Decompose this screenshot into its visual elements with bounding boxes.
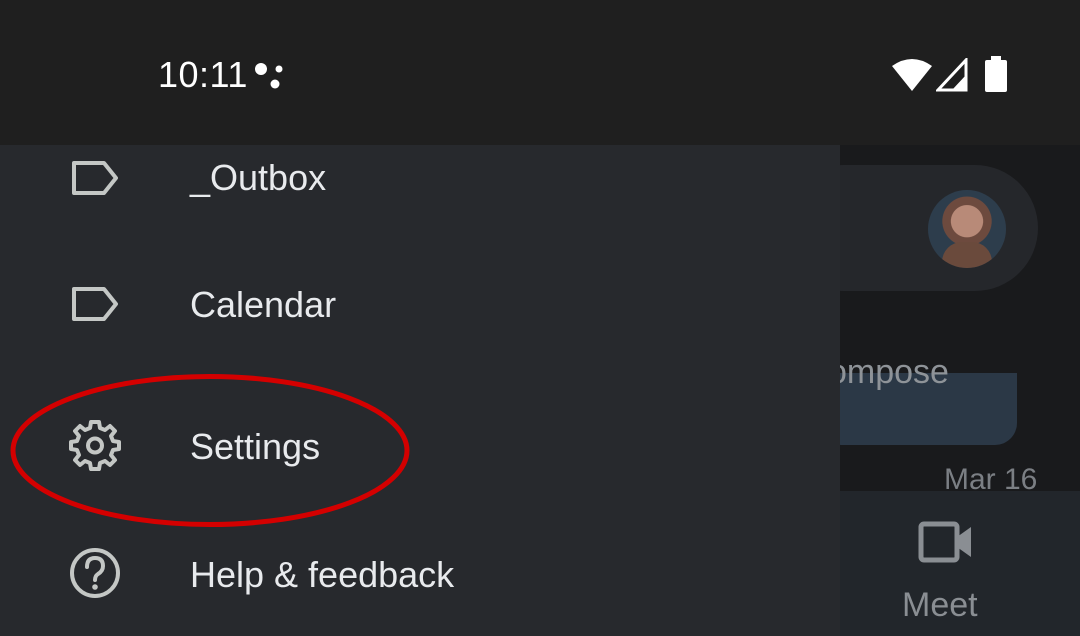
drawer-item-calendar[interactable]: Calendar [0, 244, 840, 364]
drawer-item-outbox[interactable]: _Outbox [0, 117, 840, 237]
annotation-circle [10, 374, 410, 527]
signal-icon [936, 58, 968, 92]
label-icon [72, 161, 118, 195]
background-app: ompose Mar 16 Meet [840, 145, 1080, 636]
battery-icon [985, 56, 1007, 92]
label-icon [72, 287, 118, 321]
bottom-nav: Meet [840, 491, 1080, 636]
help-icon [70, 548, 120, 598]
wifi-icon [892, 59, 932, 91]
video-camera-icon[interactable] [918, 521, 974, 563]
assistant-icon [255, 63, 283, 89]
status-time: 10:11 [158, 54, 248, 95]
compose-label: ompose [840, 353, 949, 391]
avatar[interactable] [928, 190, 1006, 268]
drawer-item-help[interactable]: Help & feedback [0, 516, 840, 636]
meet-tab-label[interactable]: Meet [902, 586, 978, 625]
drawer-item-label: Calendar [190, 284, 337, 325]
drawer-item-label: Help & feedback [190, 554, 455, 595]
drawer-item-label: _Outbox [190, 157, 327, 198]
